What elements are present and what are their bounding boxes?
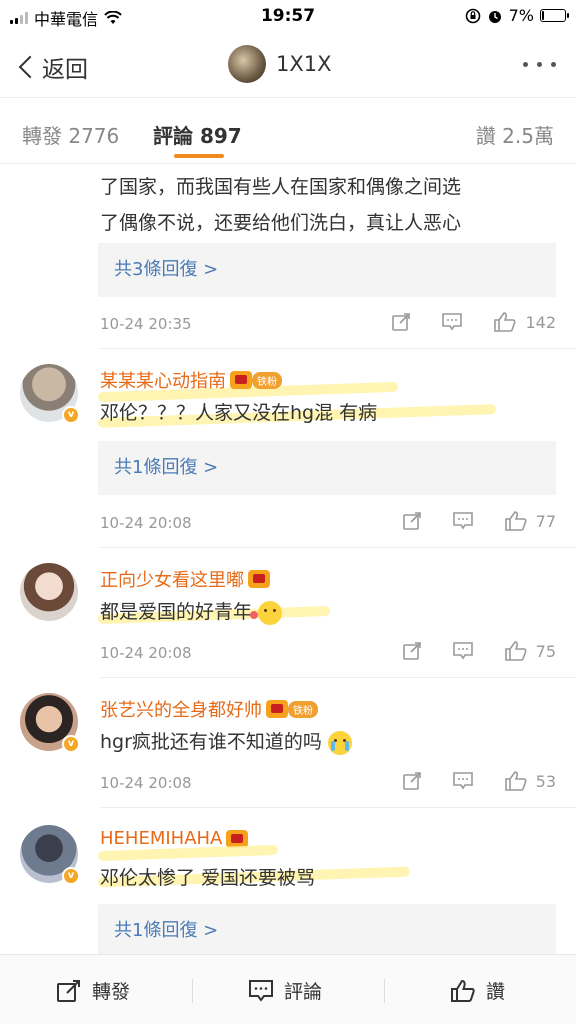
repost-icon[interactable] [391,312,411,332]
active-tab-indicator [174,154,224,158]
page-title: 1X1X [276,52,332,76]
chevron-left-icon [18,55,42,79]
comment-text: 了国家，而我国有些人在国家和偶像之间选 了偶像不说，还要给他们洗白，真让人恶心 [100,176,462,234]
repost-icon[interactable] [402,771,422,791]
avatar [228,45,266,83]
repost-button[interactable]: 轉發 [56,977,130,1004]
like-button[interactable]: 讚 [450,977,505,1004]
divider [100,547,576,548]
comment-text: 都是爱国的好青年 [100,594,283,630]
comment-text: 邓伦？？？人家又没在hg混 有病 [100,402,378,424]
comment-icon[interactable] [452,641,474,661]
comment-time: 10-24 20:35 [100,315,192,333]
avatar[interactable]: v [20,825,80,885]
bottom-action-bar: 轉發 評論 讚 [0,954,576,1024]
comment-icon[interactable] [452,771,474,791]
replies-link[interactable]: 共1條回復 > [98,904,556,958]
verified-icon: v [62,735,80,753]
replies-link[interactable]: 共3條回復 > [98,243,556,297]
divider [100,807,576,808]
tab-repost[interactable]: 轉發 2776 [22,120,119,149]
avatar[interactable] [20,563,78,621]
like-count: 53 [535,771,556,791]
comment-icon[interactable] [441,312,463,332]
comment-text: hgr疯批还有谁不知道的吗 [100,724,352,760]
tabs: 轉發 2776 評論 897 讚 2.5萬 [0,98,576,164]
battery-percent: 7% [508,6,534,25]
comment-time: 10-24 20:08 [100,644,192,662]
nav-bar: 返回 1X1X [0,32,576,98]
divider [100,677,576,678]
thumbs-up-icon [451,979,475,1002]
verified-icon: v [62,867,80,885]
comment-icon[interactable] [452,511,474,531]
divider [192,979,193,1003]
username[interactable]: 某某某心动指南 铁粉 [100,367,282,393]
kiss-emoji-icon [250,600,283,625]
back-button[interactable]: 返回 [16,50,88,84]
like-count: 75 [535,641,556,661]
tab-comments[interactable]: 評論 897 [153,120,242,149]
thumbs-up-icon [494,312,516,332]
comment-meta: 10-24 20:08 75 [100,641,556,662]
fan-badge: 铁粉 [252,371,282,389]
like-button[interactable]: 75 [504,640,556,662]
username[interactable]: 张艺兴的全身都好帅 铁粉 [100,696,318,722]
repost-icon[interactable] [402,511,422,531]
repost-icon[interactable] [402,641,422,661]
verified-icon: v [62,406,80,424]
back-label: 返回 [42,57,88,83]
fan-badge: 铁粉 [288,700,318,718]
divider [100,348,576,349]
comment-meta: 10-24 20:35 142 [100,312,556,333]
orientation-lock-icon [465,8,480,23]
crown-badge-icon [226,829,249,848]
avatar[interactable]: v [20,693,80,753]
comment-icon [249,979,273,1002]
username[interactable]: 正向少女看这里嘟 [100,566,270,592]
thumbs-up-icon [504,511,527,531]
battery-icon [540,9,569,22]
nav-title-group[interactable]: 1X1X [228,45,332,83]
repost-icon [57,979,80,1002]
like-button[interactable]: 53 [504,770,556,792]
crown-badge-icon [266,700,288,718]
divider [384,979,385,1003]
comment-meta: 10-24 20:08 53 [100,771,556,792]
comment-time: 10-24 20:08 [100,514,192,532]
crown-badge-icon [230,371,252,389]
status-bar: 中華電信 19:57 7% [0,0,576,32]
avatar[interactable]: v [20,364,80,424]
replies-link[interactable]: 共1條回復 > [98,441,556,495]
like-count: 77 [535,511,556,531]
tab-likes[interactable]: 讚 2.5萬 [476,120,554,149]
like-count: 142 [525,312,556,332]
comment-time: 10-24 20:08 [100,774,192,792]
alarm-icon [488,10,501,23]
like-button[interactable]: 142 [493,311,556,333]
comment-text: 邓伦太惨了 爱国还要被骂 [100,867,316,889]
thumbs-up-icon [504,641,527,661]
comment-button[interactable]: 評論 [248,977,322,1004]
like-button[interactable]: 77 [504,510,556,532]
more-icon[interactable] [523,62,556,67]
comment-meta: 10-24 20:08 77 [100,511,556,532]
thumbs-up-icon [504,771,527,791]
crown-badge-icon [248,570,270,588]
crying-emoji-icon [327,730,352,755]
